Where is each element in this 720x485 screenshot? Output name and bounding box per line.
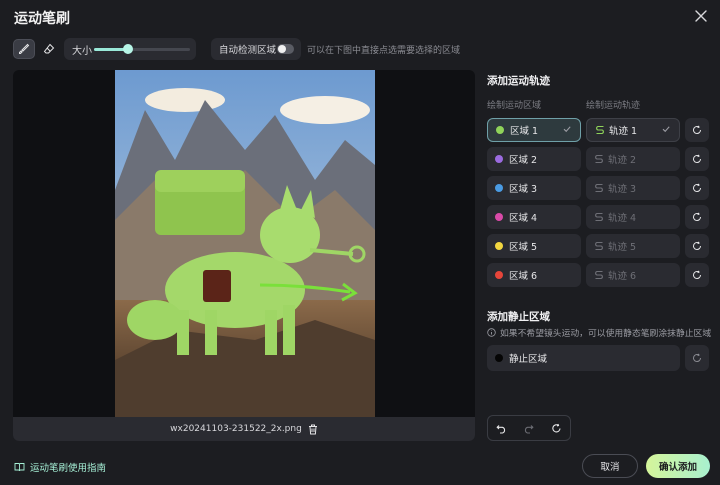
region-label: 区域 4 [509, 213, 538, 224]
slider-knob[interactable] [122, 44, 133, 54]
track-label: 轨迹 3 [608, 184, 637, 195]
redo-icon[interactable] [523, 423, 535, 434]
track-item-5[interactable]: 轨迹 5 [586, 234, 680, 258]
track-curve-icon [595, 241, 603, 251]
toggle-knob [278, 45, 286, 53]
reset-button-6[interactable] [685, 263, 709, 287]
guide-link-label: 运动笔刷使用指南 [30, 463, 107, 474]
size-label: 大小 [72, 45, 92, 57]
region-item-3[interactable]: 区域 3 [487, 176, 581, 200]
static-color-dot [495, 354, 503, 362]
check-icon-wrap [562, 124, 572, 137]
toolbar-hint: 可以在下图中直接点选需要选择的区域 [307, 46, 461, 56]
region-item-1[interactable]: 区域 1 [487, 118, 581, 142]
reset-button-3[interactable] [685, 176, 709, 200]
region-color-dot [496, 126, 504, 134]
book-icon [14, 463, 25, 472]
region-item-6[interactable]: 区域 6 [487, 263, 581, 287]
reset-icon [693, 125, 701, 134]
undo-icon[interactable] [496, 423, 507, 434]
cancel-button[interactable]: 取消 [582, 454, 638, 478]
reset-icon [693, 154, 701, 163]
region-label: 区域 5 [509, 242, 538, 253]
trash-icon[interactable] [308, 424, 318, 435]
track-item-3[interactable]: 轨迹 3 [586, 176, 680, 200]
track-label: 轨迹 1 [609, 126, 638, 137]
check-icon [662, 126, 670, 133]
static-region-item[interactable]: 静止区域 [487, 345, 680, 371]
brush-icon [19, 43, 30, 54]
dialog-title: 运动笔刷 [14, 11, 70, 27]
track-curve-icon [596, 125, 604, 135]
region-color-dot [495, 242, 503, 250]
reset-button-2[interactable] [685, 147, 709, 171]
track-label: 轨迹 2 [608, 155, 637, 166]
canvas-panel: wx20241103-231522_2x.png [13, 70, 475, 441]
static-reset-button[interactable] [685, 345, 709, 371]
guide-link[interactable]: 运动笔刷使用指南 [14, 460, 106, 474]
confirm-add-button[interactable]: 确认添加 [646, 454, 710, 478]
static-region-label: 静止区域 [509, 354, 548, 365]
region-color-dot [495, 184, 503, 192]
auto-detect-control: 自动检测区域 [211, 38, 301, 60]
static-info-text: 如果不希望镜头运动，可以使用静态笔刷涂抹静止区域 [500, 329, 712, 339]
reset-icon [693, 212, 701, 221]
reset-all-icon[interactable] [551, 423, 562, 434]
region-label: 区域 3 [509, 184, 538, 195]
reset-button-1[interactable] [685, 118, 709, 142]
track-item-2[interactable]: 轨迹 2 [586, 147, 680, 171]
static-section-title: 添加静止区域 [487, 311, 550, 323]
file-bar: wx20241103-231522_2x.png [13, 417, 475, 441]
track-item-1[interactable]: 轨迹 1 [586, 118, 680, 142]
region-item-2[interactable]: 区域 2 [487, 147, 581, 171]
region-item-4[interactable]: 区域 4 [487, 205, 581, 229]
eraser-tool-button[interactable] [38, 39, 60, 59]
brush-tool-button[interactable] [13, 39, 35, 59]
region-color-dot [495, 155, 503, 163]
static-info: 如果不希望镜头运动，可以使用静态笔刷涂抹静止区域 [487, 326, 711, 339]
source-image[interactable] [115, 70, 375, 417]
info-icon [487, 328, 496, 337]
tracks-header: 绘制运动轨迹 [586, 101, 641, 111]
check-icon-wrap [661, 124, 671, 137]
track-curve-icon [595, 183, 603, 193]
track-item-6[interactable]: 轨迹 6 [586, 263, 680, 287]
reset-icon [693, 270, 701, 279]
check-icon [563, 126, 571, 133]
region-color-dot [495, 271, 503, 279]
region-color-dot [495, 213, 503, 221]
reset-icon [693, 183, 701, 192]
close-icon[interactable] [694, 9, 708, 23]
reset-button-5[interactable] [685, 234, 709, 258]
track-item-4[interactable]: 轨迹 4 [586, 205, 680, 229]
motion-section-title: 添加运动轨迹 [487, 75, 550, 87]
regions-header: 绘制运动区域 [487, 101, 542, 111]
reset-icon [693, 241, 701, 250]
track-label: 轨迹 5 [608, 242, 637, 253]
track-label: 轨迹 4 [608, 213, 637, 224]
brush-size-control: 大小 [64, 38, 196, 60]
region-label: 区域 6 [509, 271, 538, 282]
track-curve-icon [595, 270, 603, 280]
history-controls [487, 415, 571, 441]
file-name: wx20241103-231522_2x.png [170, 424, 302, 434]
region-item-5[interactable]: 区域 5 [487, 234, 581, 258]
reset-icon [693, 353, 701, 362]
region-label: 区域 1 [510, 126, 539, 137]
auto-detect-toggle[interactable] [277, 44, 294, 54]
auto-detect-label: 自动检测区域 [219, 45, 277, 56]
reset-button-4[interactable] [685, 205, 709, 229]
track-curve-icon [595, 212, 603, 222]
track-curve-icon [595, 154, 603, 164]
brush-size-slider[interactable] [94, 44, 190, 54]
eraser-icon [43, 43, 55, 54]
region-label: 区域 2 [509, 155, 538, 166]
track-label: 轨迹 6 [608, 271, 637, 282]
